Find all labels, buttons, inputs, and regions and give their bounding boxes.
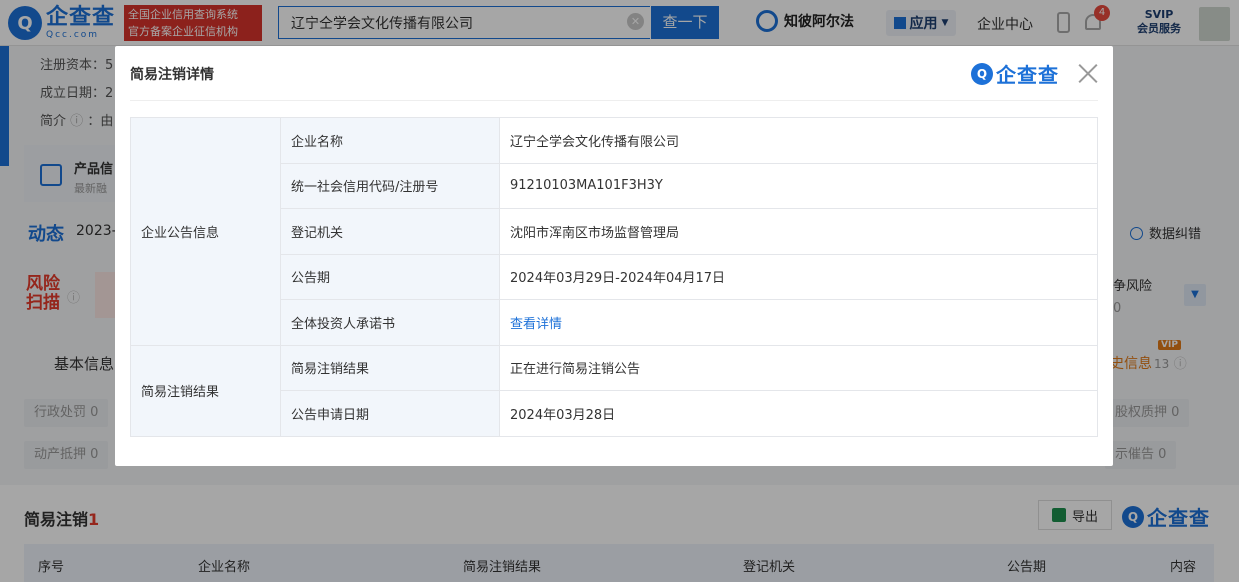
- logo-mark-icon: Q: [971, 62, 993, 85]
- row-label: 登记机关: [280, 208, 500, 255]
- row-label: 公告期: [280, 253, 500, 300]
- application-date-value: 2024年03月28日: [499, 390, 1098, 437]
- row-label: 企业名称: [280, 117, 500, 164]
- modal-title: 简易注销详情: [130, 67, 214, 83]
- table-row: 企业公告信息 企业名称 辽宁仝学会文化传播有限公司: [130, 117, 1098, 346]
- deregistration-result-value: 正在进行简易注销公告: [499, 344, 1098, 391]
- deregistration-detail-modal: 简易注销详情 Q 企查查 企业公告信息 企业名称 辽宁仝学会文化传播有限公司 统…: [115, 46, 1113, 466]
- credit-code-value: 91210103MA101F3H3Y: [499, 162, 1098, 209]
- row-label: 统一社会信用代码/注册号: [280, 162, 500, 209]
- detail-table: 企业公告信息 企业名称 辽宁仝学会文化传播有限公司 统一社会信用代码/注册号 9…: [130, 117, 1098, 437]
- investor-commitment-cell: 查看详情: [499, 299, 1098, 346]
- registration-authority-value: 沈阳市浑南区市场监督管理局: [499, 208, 1098, 255]
- close-icon[interactable]: [1077, 62, 1099, 84]
- row-label: 简易注销结果: [280, 344, 500, 391]
- row-label: 全体投资人承诺书: [280, 299, 500, 346]
- modal-divider: [130, 100, 1098, 101]
- modal-brand-text: 企查查: [996, 63, 1059, 87]
- group-label-announcement: 企业公告信息: [130, 117, 281, 346]
- table-row: 简易注销结果 简易注销结果 正在进行简易注销公告: [130, 344, 1098, 437]
- modal-brand-logo: Q 企查查: [971, 59, 1059, 88]
- view-details-link[interactable]: 查看详情: [510, 317, 562, 332]
- row-label: 公告申请日期: [280, 390, 500, 437]
- group-label-result: 简易注销结果: [130, 344, 281, 437]
- announcement-period-value: 2024年03月29日-2024年04月17日: [499, 253, 1098, 300]
- company-name-value: 辽宁仝学会文化传播有限公司: [499, 117, 1098, 164]
